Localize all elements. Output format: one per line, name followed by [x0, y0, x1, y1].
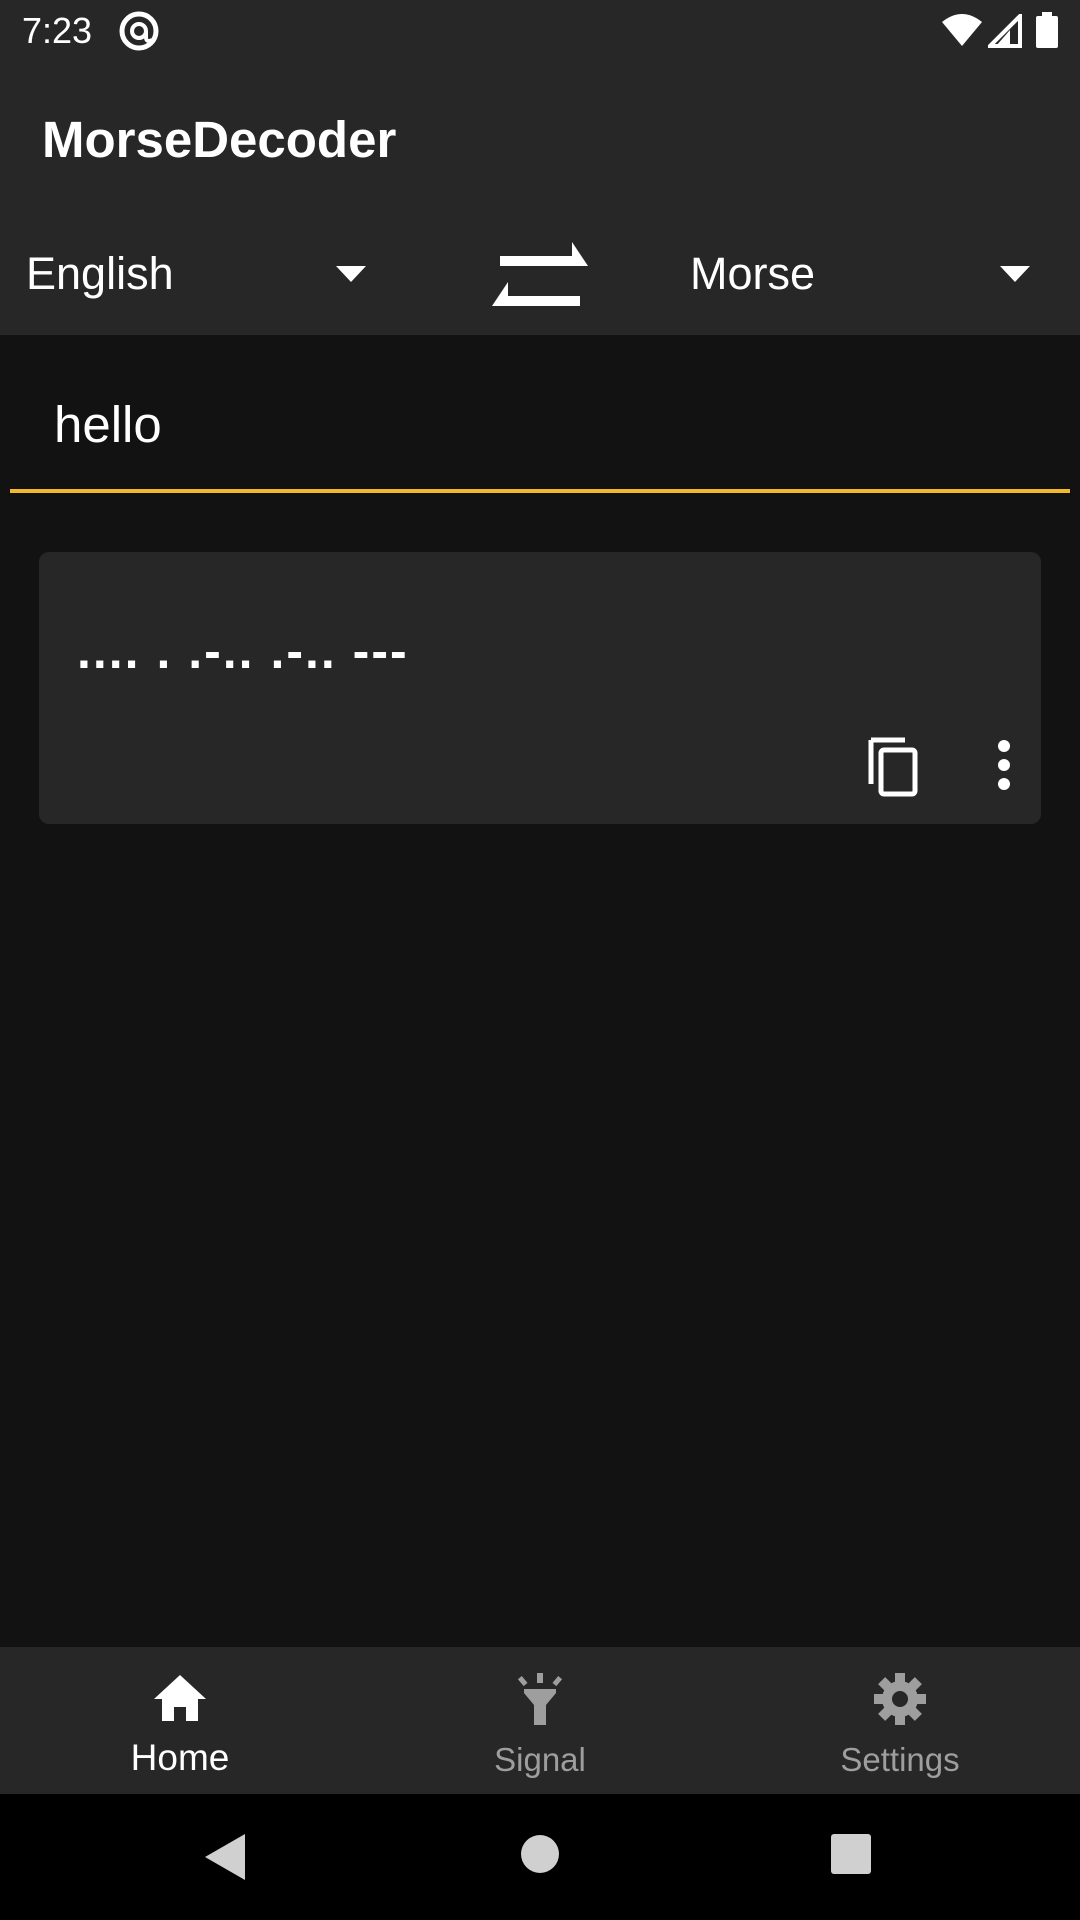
dropdown-arrow-icon	[336, 266, 366, 282]
morse-output-text: .... . .-.. .-.. ---	[77, 623, 409, 679]
source-language-label: English	[26, 248, 174, 299]
text-input-field[interactable]: hello	[10, 335, 1070, 495]
system-navigation-bar	[0, 1794, 1080, 1920]
input-underline	[10, 489, 1070, 493]
source-language-dropdown[interactable]: English	[0, 230, 380, 320]
cell-signal-icon	[988, 14, 1022, 48]
nav-item-signal[interactable]: Signal	[360, 1647, 720, 1794]
nav-label-home: Home	[130, 1737, 230, 1778]
app-title: MorseDecoder	[42, 111, 397, 168]
at-sign-notification-icon	[119, 11, 159, 51]
nav-item-home[interactable]: Home	[0, 1647, 360, 1794]
nav-label-settings: Settings	[840, 1741, 960, 1778]
home-icon	[154, 1675, 206, 1721]
translation-result-card: .... . .-.. .-.. ---	[39, 552, 1041, 824]
recents-square-icon[interactable]	[831, 1834, 871, 1874]
wifi-icon	[942, 14, 982, 46]
battery-icon	[1036, 12, 1058, 48]
target-language-label: Morse	[690, 248, 816, 299]
flashlight-icon	[517, 1673, 563, 1725]
target-language-dropdown[interactable]: Morse	[660, 230, 1060, 320]
dropdown-arrow-icon	[1000, 266, 1030, 282]
home-circle-icon[interactable]	[520, 1834, 560, 1874]
gear-icon	[874, 1673, 926, 1725]
nav-item-settings[interactable]: Settings	[720, 1647, 1080, 1794]
nav-label-signal: Signal	[494, 1741, 586, 1778]
bottom-navigation: Home Signal Settings	[0, 1647, 1080, 1794]
more-options-icon[interactable]	[974, 732, 1034, 802]
back-icon[interactable]	[205, 1834, 245, 1880]
input-text-value: hello	[54, 396, 162, 453]
swap-languages-icon[interactable]	[480, 228, 600, 324]
status-time: 7:23	[22, 10, 93, 51]
status-bar: 7:23	[0, 0, 1080, 63]
copy-icon[interactable]	[861, 732, 931, 802]
